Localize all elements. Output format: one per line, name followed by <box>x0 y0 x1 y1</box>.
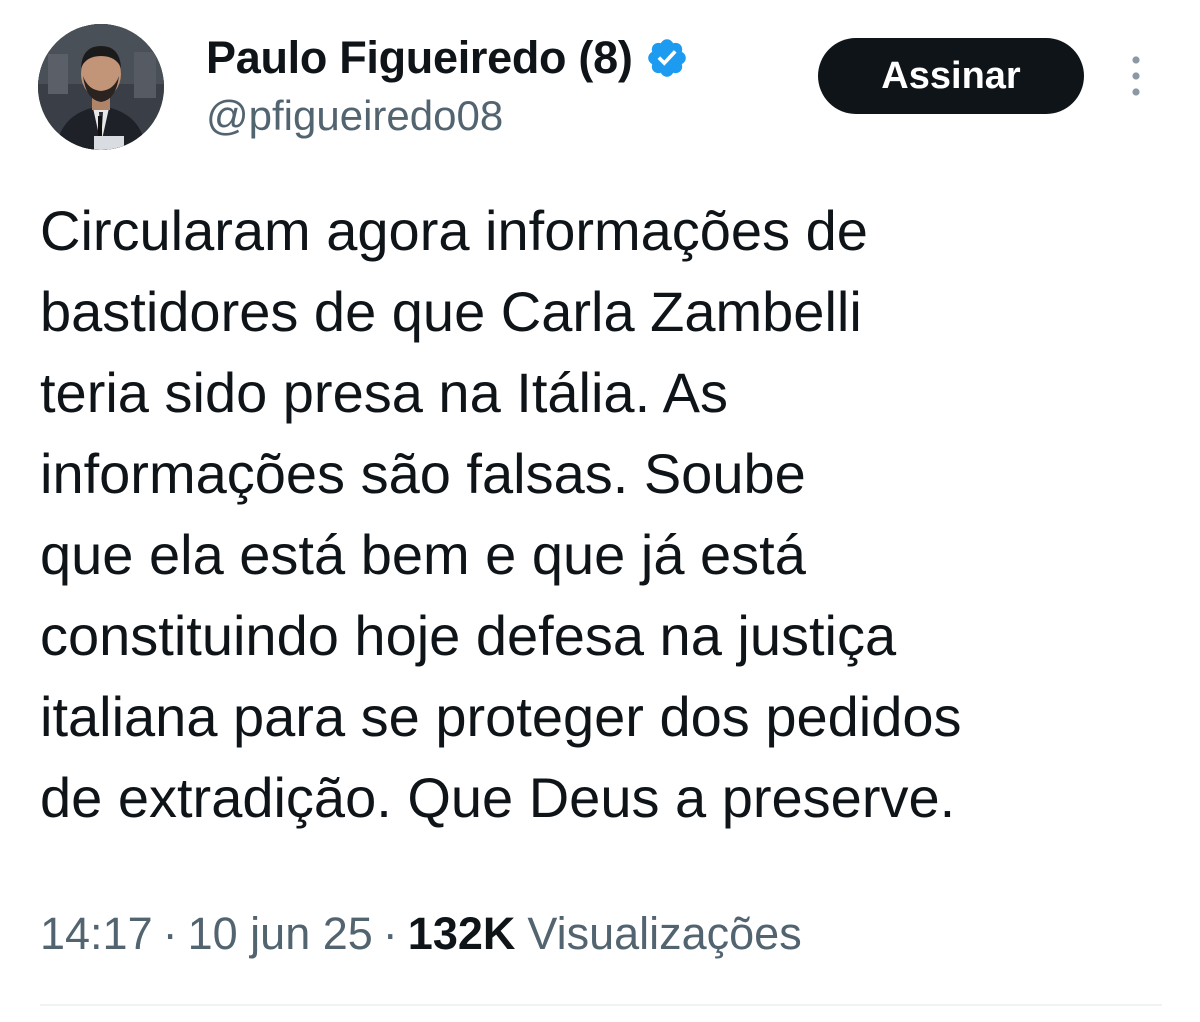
avatar[interactable] <box>38 24 164 150</box>
more-vertical-icon[interactable] <box>1118 52 1154 100</box>
meta-separator: · <box>162 908 178 959</box>
subscribe-button[interactable]: Assinar <box>818 38 1084 114</box>
tweet-text-line: de extradição. Que Deus a preserve. <box>40 766 956 829</box>
profile-photo-icon <box>38 24 164 150</box>
meta-separator: · <box>382 908 398 959</box>
tweet-text-line: italiana para se proteger dos pedidos <box>40 685 962 748</box>
tweet-text: Circularam agora informações de bastidor… <box>40 190 1170 838</box>
tweet-meta: 14:17 · 10 jun 25 · 132K Visualizações <box>40 906 802 962</box>
tweet-time[interactable]: 14:17 <box>40 908 153 960</box>
tweet-text-line: que ela está bem e que já está <box>40 523 806 586</box>
author-name-row[interactable]: Paulo Figueiredo (8) <box>206 30 689 86</box>
verified-badge-icon[interactable] <box>645 36 689 80</box>
tweet-date[interactable]: 10 jun 25 <box>188 908 373 960</box>
tweet-text-line: constituindo hoje defesa na justiça <box>40 604 897 667</box>
tweet-text-line: Circularam agora informações de <box>40 199 868 262</box>
author-display-name[interactable]: Paulo Figueiredo (8) <box>206 32 633 84</box>
views-label[interactable]: Visualizações <box>527 908 801 960</box>
divider <box>40 1004 1162 1006</box>
tweet-text-line: bastidores de que Carla Zambelli <box>40 280 862 343</box>
views-count[interactable]: 132K <box>408 908 516 960</box>
tweet-text-line: informações são falsas. Soube <box>40 442 806 505</box>
author-handle[interactable]: @pfigueiredo08 <box>206 92 503 140</box>
tweet-text-line: teria sido presa na Itália. As <box>40 361 728 424</box>
